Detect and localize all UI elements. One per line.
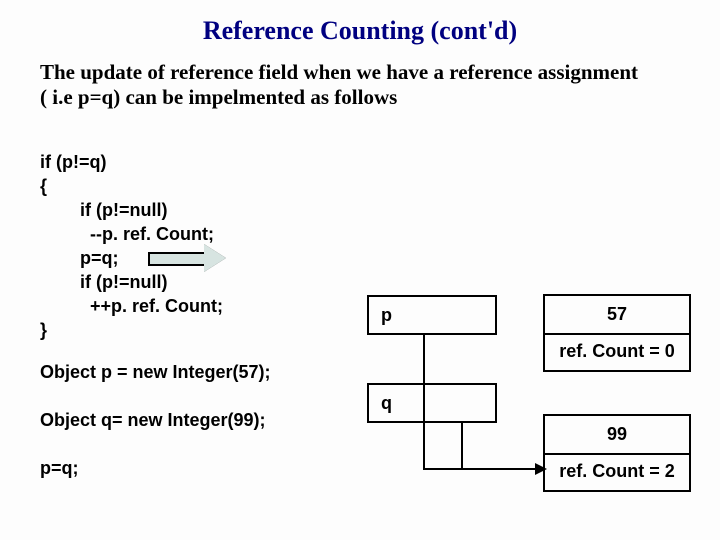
code-line-1: if (p!=q) — [40, 152, 106, 173]
object-1-value: 57 — [545, 296, 689, 333]
code-line-6: if (p!=null) — [80, 272, 167, 293]
code-line-5: p=q; — [80, 248, 119, 269]
connector-line — [461, 423, 463, 470]
code-assign: p=q; — [40, 458, 79, 479]
page-title: Reference Counting (cont'd) — [0, 16, 720, 46]
connector-line — [423, 468, 539, 470]
code-decl-p: Object p = new Integer(57); — [40, 362, 271, 383]
code-line-4: --p. ref. Count; — [80, 224, 214, 245]
connector-line — [423, 335, 425, 470]
object-box-2: 99 ref. Count = 2 — [543, 414, 691, 492]
arrow-right-icon — [535, 463, 547, 475]
code-line-2: { — [40, 176, 47, 197]
pointer-q-box: q — [367, 383, 497, 423]
page-subtitle: The update of reference field when we ha… — [40, 60, 640, 110]
code-line-3: if (p!=null) — [80, 200, 167, 221]
code-line-7: ++p. ref. Count; — [80, 296, 223, 317]
object-box-1: 57 ref. Count = 0 — [543, 294, 691, 372]
object-2-refcount: ref. Count = 2 — [545, 453, 689, 490]
arrow-block-icon — [146, 244, 226, 272]
code-line-8: } — [40, 320, 47, 341]
code-decl-q: Object q= new Integer(99); — [40, 410, 266, 431]
pointer-p-label: p — [381, 305, 392, 326]
object-2-value: 99 — [545, 416, 689, 453]
object-1-refcount: ref. Count = 0 — [545, 333, 689, 370]
pointer-q-label: q — [381, 393, 392, 414]
pointer-p-box: p — [367, 295, 497, 335]
